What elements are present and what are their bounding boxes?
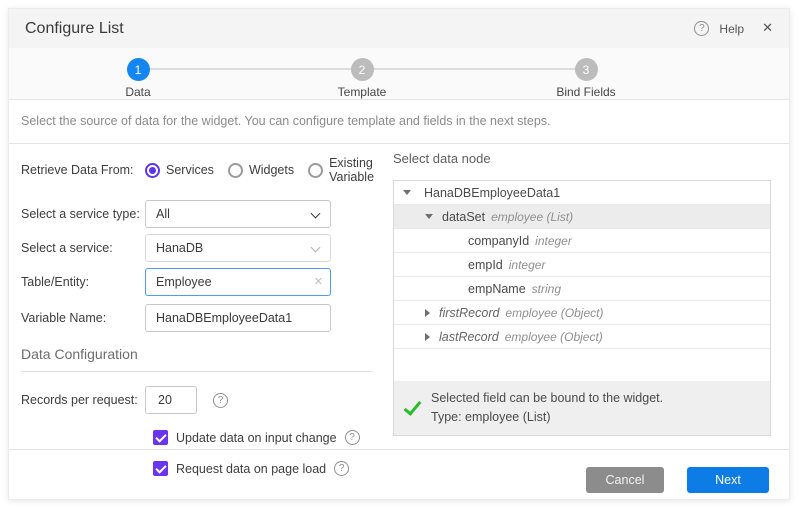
tree-row-firstrecord[interactable]: firstRecord employee (Object) xyxy=(394,301,770,325)
data-source-form: Retrieve Data From: Services Widgets Exi… xyxy=(21,144,373,476)
service-type-select[interactable]: All xyxy=(145,200,331,228)
footer-divider xyxy=(9,449,789,450)
update-on-input-change-row: Update data on input change ? xyxy=(153,430,373,445)
request-on-page-load-row: Request data on page load ? xyxy=(153,461,373,476)
triangle-right-icon[interactable] xyxy=(425,333,430,341)
retrieve-data-from-label: Retrieve Data From: xyxy=(21,163,145,177)
clear-x-icon[interactable]: ✕ xyxy=(314,275,323,288)
tree-empty-space xyxy=(394,349,770,381)
binding-info-box: Selected field can be bound to the widge… xyxy=(394,381,770,435)
footer-actions: Cancel Next xyxy=(586,467,769,493)
radio-existing-variable-circle[interactable] xyxy=(308,163,323,178)
select-data-node-title: Select data node xyxy=(393,151,771,166)
configure-list-dialog: Configure List ? Help ✕ 1 Data 2 Templat… xyxy=(8,8,790,500)
select-data-node-panel: Select data node HanaDBEmployeeData1 dat… xyxy=(393,144,771,436)
records-per-request-label: Records per request: xyxy=(21,393,145,407)
step-bind-fields[interactable]: 3 Bind Fields xyxy=(474,48,698,100)
question-mark-icon[interactable]: ? xyxy=(345,430,360,445)
question-mark-icon[interactable]: ? xyxy=(334,461,349,476)
binding-info-line2: Type: employee (List) xyxy=(431,408,663,427)
variable-name-input[interactable] xyxy=(145,304,331,332)
tree-row-companyid[interactable]: companyId integer xyxy=(394,229,770,253)
triangle-down-icon[interactable] xyxy=(403,190,411,195)
step-3-circle: 3 xyxy=(575,58,598,81)
table-entity-label: Table/Entity: xyxy=(21,275,145,289)
binding-info-line1: Selected field can be bound to the widge… xyxy=(431,389,663,408)
help-link[interactable]: Help xyxy=(719,22,744,36)
step-2-circle: 2 xyxy=(351,58,374,81)
tree-row-dataset[interactable]: dataSet employee (List) xyxy=(394,205,770,229)
radio-widgets[interactable]: Widgets xyxy=(228,163,294,178)
table-entity-input[interactable] xyxy=(145,268,331,296)
request-on-page-load-checkbox[interactable] xyxy=(153,461,168,476)
tree-row-root[interactable]: HanaDBEmployeeData1 xyxy=(394,181,770,205)
tree-row-empname[interactable]: empName string xyxy=(394,277,770,301)
help-icon[interactable]: ? xyxy=(694,21,709,36)
chevron-down-icon xyxy=(311,209,321,219)
request-on-page-load-label: Request data on page load xyxy=(176,462,326,476)
green-checkmark-icon xyxy=(404,397,422,416)
dialog-title: Configure List xyxy=(25,20,124,38)
service-type-label: Select a service type: xyxy=(21,207,145,221)
radio-existing-variable[interactable]: Existing Variable xyxy=(308,156,374,184)
step-template[interactable]: 2 Template xyxy=(250,48,474,100)
step-2-label: Template xyxy=(338,85,387,99)
step-description: Select the source of data for the widget… xyxy=(9,100,789,144)
update-on-input-change-label: Update data on input change xyxy=(176,431,337,445)
step-1-circle: 1 xyxy=(127,58,150,81)
update-on-input-change-checkbox[interactable] xyxy=(153,430,168,445)
service-label: Select a service: xyxy=(21,241,145,255)
radio-services-circle[interactable] xyxy=(145,163,160,178)
tree-row-empid[interactable]: empId integer xyxy=(394,253,770,277)
retrieve-data-from-radios: Services Widgets Existing Variable xyxy=(145,156,374,184)
close-icon[interactable]: ✕ xyxy=(762,21,773,36)
service-select[interactable]: HanaDB xyxy=(145,234,331,262)
radio-services[interactable]: Services xyxy=(145,163,214,178)
question-mark-icon[interactable]: ? xyxy=(213,393,228,408)
wizard-stepper: 1 Data 2 Template 3 Bind Fields xyxy=(9,48,789,100)
triangle-right-icon[interactable] xyxy=(425,309,430,317)
triangle-down-icon[interactable] xyxy=(425,214,433,219)
dialog-header: Configure List ? Help ✕ xyxy=(9,9,789,48)
step-1-label: Data xyxy=(125,85,150,99)
variable-name-label: Variable Name: xyxy=(21,311,145,325)
chevron-down-icon xyxy=(311,243,321,253)
data-configuration-heading: Data Configuration xyxy=(21,346,373,362)
section-divider xyxy=(21,371,373,372)
step-3-label: Bind Fields xyxy=(556,85,615,99)
records-per-request-input[interactable] xyxy=(145,386,197,414)
tree-row-lastrecord[interactable]: lastRecord employee (Object) xyxy=(394,325,770,349)
next-button[interactable]: Next xyxy=(687,467,769,493)
service-value: HanaDB xyxy=(156,241,203,255)
service-type-value: All xyxy=(156,207,170,221)
cancel-button[interactable]: Cancel xyxy=(586,467,664,493)
step-data[interactable]: 1 Data xyxy=(26,48,250,100)
radio-widgets-circle[interactable] xyxy=(228,163,243,178)
data-node-tree: HanaDBEmployeeData1 dataSet employee (Li… xyxy=(393,180,771,436)
